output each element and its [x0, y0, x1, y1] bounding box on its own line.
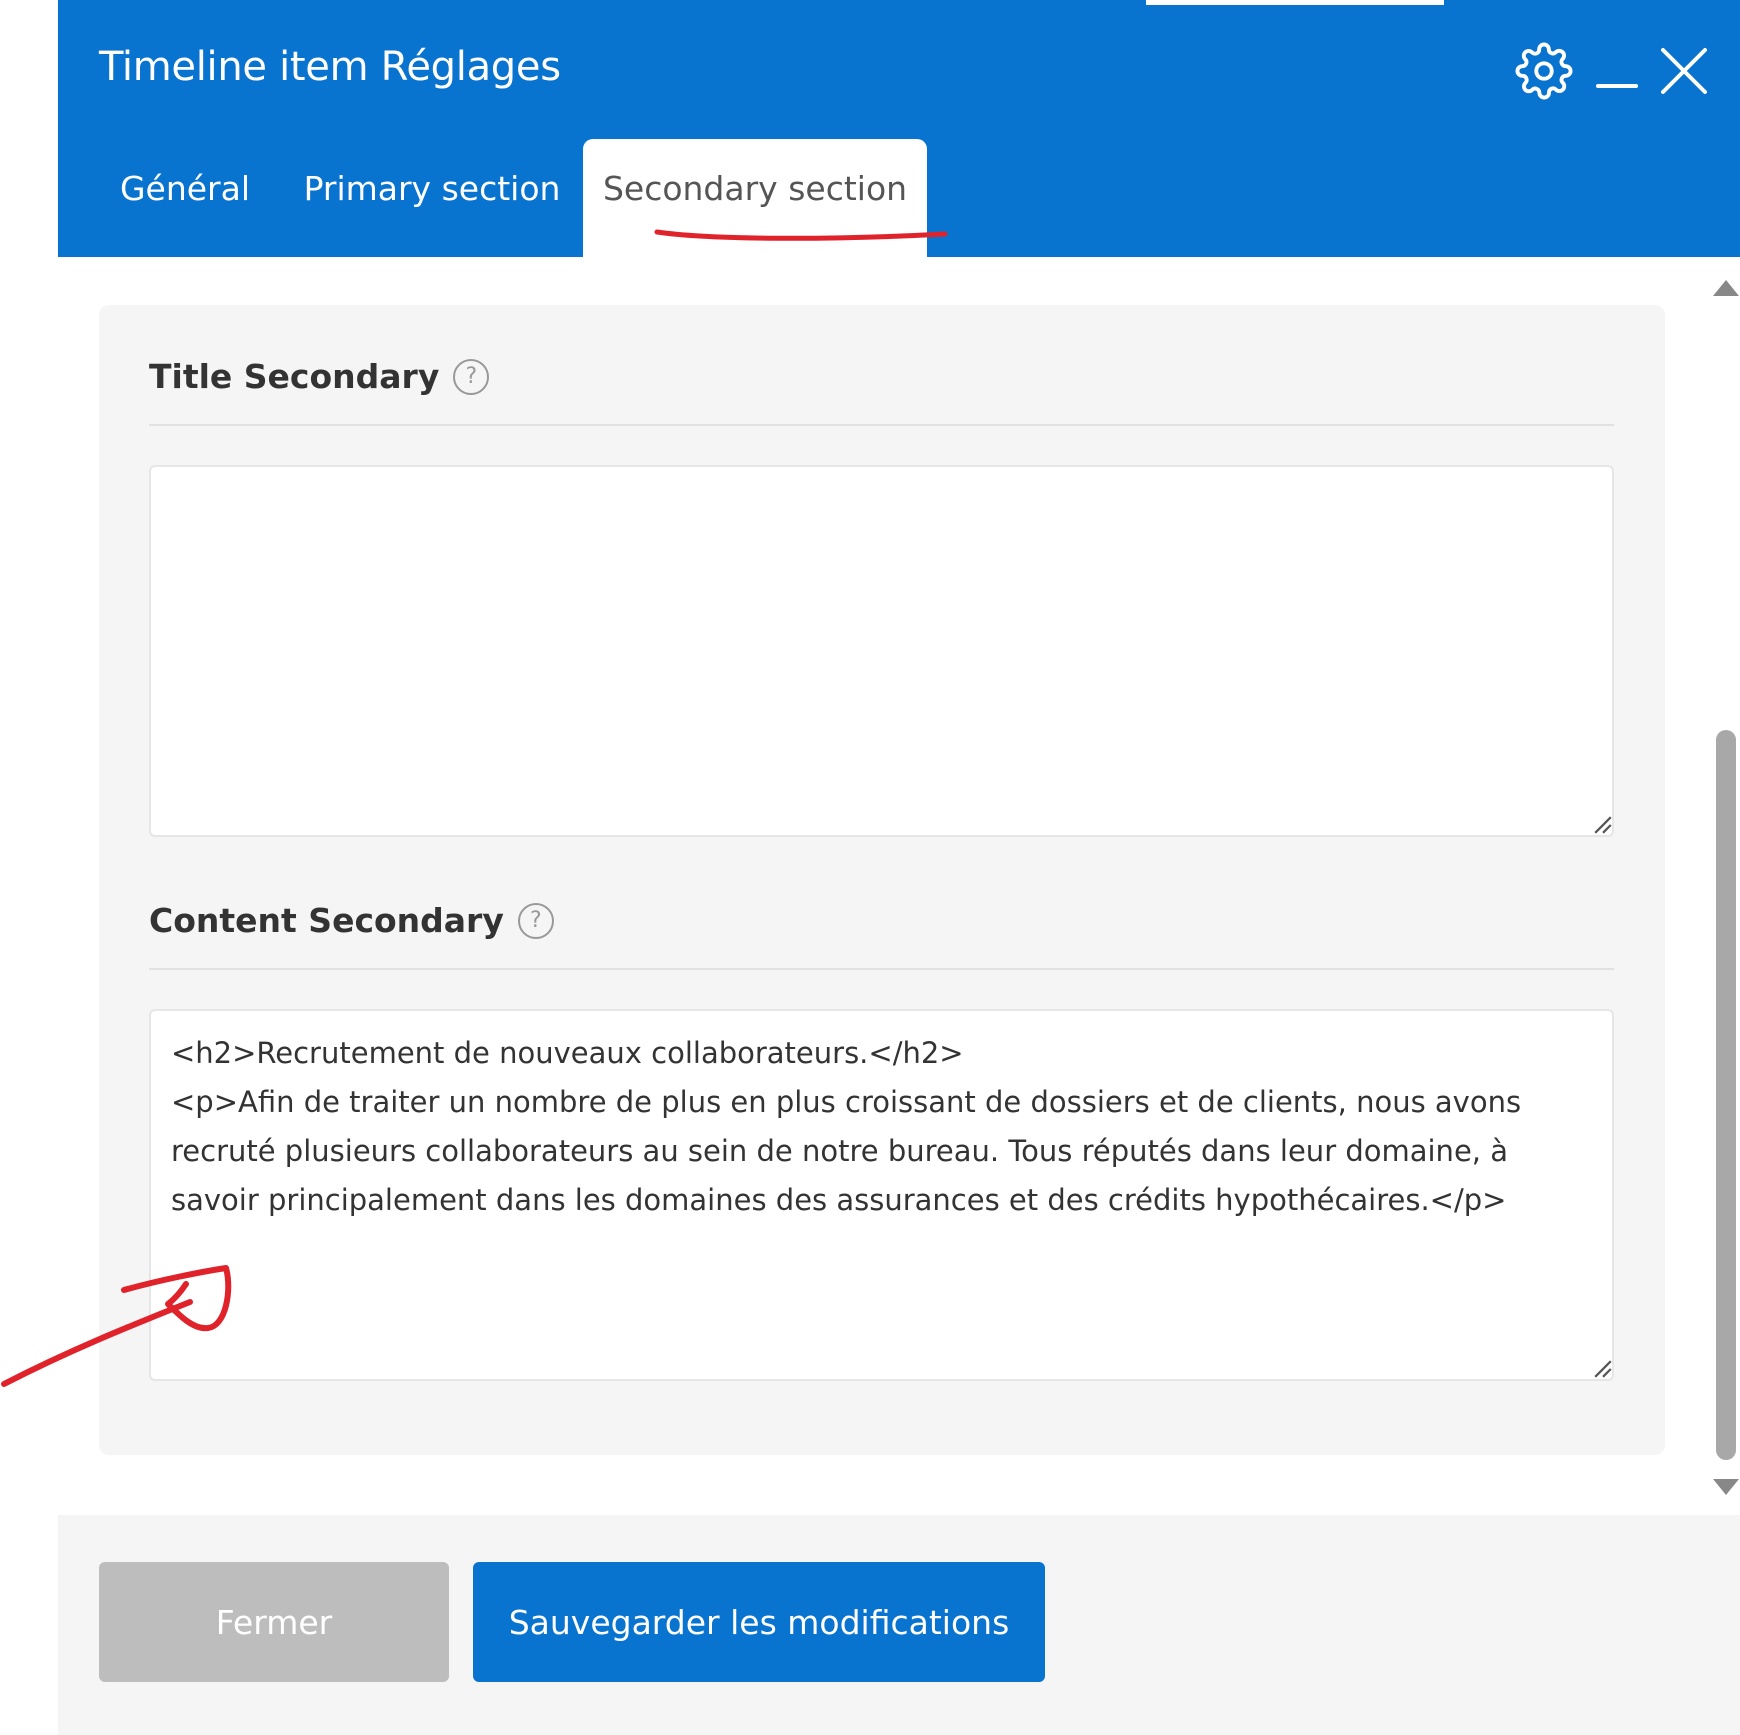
divider	[149, 968, 1614, 970]
title-secondary-label-text: Title Secondary	[149, 357, 440, 396]
close-button[interactable]: Fermer	[99, 1562, 449, 1682]
scroll-down-arrow-icon[interactable]	[1711, 1477, 1740, 1497]
modal-body: Title Secondary ? Content Secondary ? <h…	[58, 257, 1740, 1515]
divider	[149, 424, 1614, 426]
tab-primary-section[interactable]: Primary section	[300, 139, 564, 257]
question-circle-icon[interactable]: ?	[453, 358, 490, 395]
gear-icon[interactable]	[1513, 40, 1575, 102]
question-circle-icon[interactable]: ?	[517, 902, 554, 939]
header-strip	[1146, 0, 1444, 5]
resize-grip-icon[interactable]	[1593, 1359, 1613, 1379]
modal-footer: Fermer Sauvegarder les modifications	[58, 1515, 1740, 1735]
page: Timeline item Réglages Général Primary s…	[0, 0, 1740, 1735]
content-secondary-label-text: Content Secondary	[149, 901, 504, 940]
save-button[interactable]: Sauvegarder les modifications	[473, 1562, 1045, 1682]
minimize-icon[interactable]	[1593, 40, 1641, 102]
title-secondary-textarea[interactable]	[149, 465, 1614, 837]
annotation-underline	[654, 229, 948, 241]
modal-title: Timeline item Réglages	[99, 44, 561, 90]
scroll-up-arrow-icon[interactable]	[1711, 278, 1740, 298]
settings-modal: Timeline item Réglages Général Primary s…	[58, 0, 1740, 1735]
tab-general[interactable]: Général	[108, 139, 262, 257]
scrollbar-thumb[interactable]	[1716, 730, 1736, 1460]
form-panel: Title Secondary ? Content Secondary ? <h…	[99, 305, 1665, 1455]
content-secondary-textarea[interactable]: <h2>Recrutement de nouveaux collaborateu…	[149, 1009, 1614, 1381]
title-secondary-label: Title Secondary ?	[149, 357, 490, 396]
resize-grip-icon[interactable]	[1593, 815, 1613, 835]
content-secondary-label: Content Secondary ?	[149, 901, 554, 940]
close-icon[interactable]	[1653, 40, 1715, 102]
modal-header: Timeline item Réglages Général Primary s…	[58, 0, 1740, 257]
